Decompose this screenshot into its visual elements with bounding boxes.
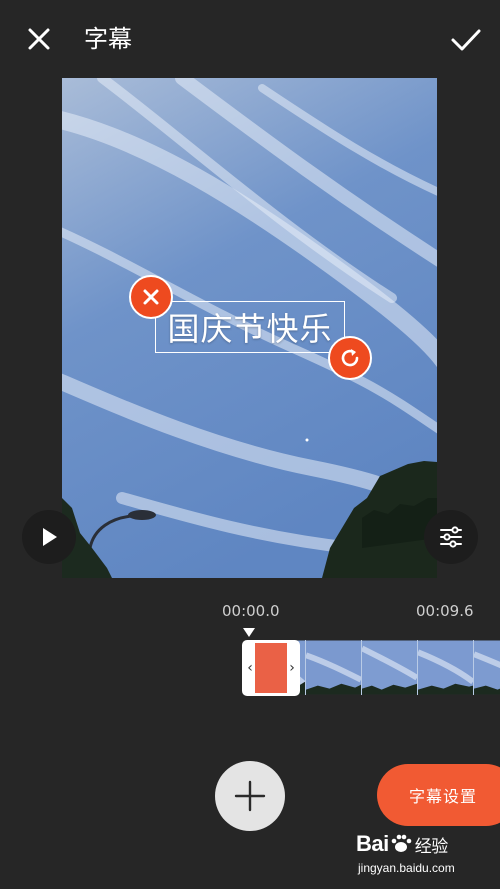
- clip-trim-left-handle[interactable]: ‹: [245, 643, 255, 693]
- adjust-button[interactable]: [424, 510, 478, 564]
- add-subtitle-button[interactable]: [215, 761, 285, 831]
- timeline-thumbnail: [418, 640, 474, 695]
- check-icon: [451, 29, 481, 51]
- watermark-brand: 经验: [414, 836, 449, 856]
- paw-icon: [391, 834, 412, 852]
- subtitle-text-box[interactable]: 国庆节快乐: [155, 301, 345, 353]
- playhead-marker[interactable]: [243, 628, 255, 637]
- confirm-button[interactable]: [448, 22, 484, 58]
- plus-icon: [234, 780, 266, 812]
- watermark-logo: Bai 经验: [356, 831, 448, 857]
- watermark-url: jingyan.baidu.com: [358, 861, 455, 875]
- subtitle-settings-label: 字幕设置: [409, 787, 478, 806]
- rotate-subtitle-handle[interactable]: [328, 336, 372, 380]
- subtitle-settings-button[interactable]: 字幕设置: [377, 764, 500, 826]
- sliders-icon: [440, 526, 462, 548]
- play-icon: [43, 528, 57, 546]
- close-icon: [143, 289, 159, 305]
- end-time: 00:09.6: [416, 602, 474, 620]
- subtitle-text: 国庆节快乐: [167, 310, 333, 348]
- close-icon: [28, 28, 50, 50]
- clip-trim-right-handle[interactable]: ›: [287, 643, 297, 693]
- start-time: 00:00.0: [222, 602, 280, 620]
- close-button[interactable]: [22, 22, 56, 56]
- watermark: Bai 经验 jingyan.baidu.com: [356, 831, 486, 881]
- rotate-icon: [341, 349, 359, 367]
- watermark-logo-left: Bai: [356, 831, 389, 856]
- top-bar: 字幕: [0, 0, 500, 78]
- delete-subtitle-button[interactable]: [129, 275, 173, 319]
- timeline-thumbnail: [362, 640, 418, 695]
- timeline-thumbnail: [474, 640, 500, 695]
- subtitle-clip[interactable]: ‹ ›: [242, 640, 300, 696]
- page-title: 字幕: [84, 25, 132, 53]
- timeline-thumbnail: [306, 640, 362, 695]
- play-button[interactable]: [22, 510, 76, 564]
